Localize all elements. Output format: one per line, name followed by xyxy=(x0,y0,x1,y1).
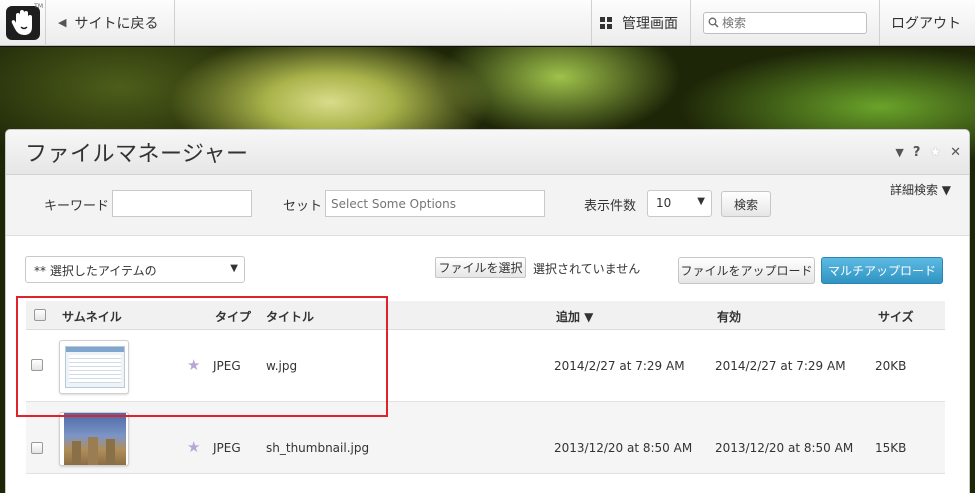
row-added: 2014/2/27 at 7:29 AM xyxy=(554,359,685,373)
row-checkbox[interactable] xyxy=(31,442,43,454)
table-row[interactable]: ★ JPEG w.jpg 2014/2/27 at 7:29 AM 2014/2… xyxy=(26,330,945,402)
row-checkbox[interactable] xyxy=(31,359,43,371)
row-title: w.jpg xyxy=(266,359,298,373)
logout-link[interactable]: ログアウト xyxy=(880,0,975,45)
bulk-action-value: ** 選択したアイテムの xyxy=(34,264,157,278)
favorite-star-icon[interactable]: ★ xyxy=(187,356,200,374)
thumbnail-image[interactable] xyxy=(59,412,129,466)
choose-file-button[interactable]: ファイルを選択 xyxy=(435,257,526,278)
concrete5-logo[interactable]: TM xyxy=(0,0,46,46)
caret-down-icon: ▼ xyxy=(697,196,705,207)
column-thumbnail: サムネイル xyxy=(62,310,122,324)
row-added: 2013/12/20 at 8:50 AM xyxy=(554,441,693,455)
hand-logo-icon xyxy=(5,6,40,40)
search-icon xyxy=(708,17,719,28)
thumbnail-image[interactable] xyxy=(59,340,129,394)
select-all-checkbox[interactable] xyxy=(34,309,46,321)
row-active: 2013/12/20 at 8:50 AM xyxy=(715,441,854,455)
advanced-search-link[interactable]: 詳細検索 ▼ xyxy=(890,181,951,198)
close-icon[interactable]: ✕ xyxy=(950,145,961,160)
dashboard-label: 管理画面 xyxy=(622,15,678,32)
column-added[interactable]: 追加 ▼ xyxy=(556,308,593,325)
column-title[interactable]: タイトル xyxy=(266,308,314,325)
search-container xyxy=(691,0,880,45)
help-menu-icon[interactable]: ▼ xyxy=(895,146,903,159)
search-button[interactable]: 検索 xyxy=(721,191,771,217)
help-icon[interactable]: ? xyxy=(913,145,921,160)
file-table: サムネイル タイプ タイトル 追加 ▼ 有効 サイズ ★ JPEG w.jpg … xyxy=(26,301,945,474)
column-active[interactable]: 有効 xyxy=(717,308,741,325)
row-size: 20KB xyxy=(875,359,907,373)
row-type: JPEG xyxy=(213,441,241,455)
caret-down-icon: ▼ xyxy=(230,263,238,274)
top-toolbar: TM ◀ サイトに戻る 管理画面 ログアウト xyxy=(0,0,975,46)
search-field[interactable] xyxy=(703,11,867,34)
table-header: サムネイル タイプ タイトル 追加 ▼ 有効 サイズ xyxy=(26,301,945,330)
star-icon[interactable]: ★ xyxy=(929,145,941,160)
dialog-title: ファイルマネージャー xyxy=(25,142,249,167)
count-select[interactable]: 10 ▼ xyxy=(647,190,712,217)
search-input[interactable] xyxy=(722,15,862,30)
set-label: セット xyxy=(283,199,323,214)
row-size: 15KB xyxy=(875,441,907,455)
logout-label: ログアウト xyxy=(891,15,961,32)
dialog-header: ファイルマネージャー xyxy=(6,130,969,175)
back-to-site-link[interactable]: ◀ サイトに戻る xyxy=(46,0,175,45)
table-row[interactable]: ★ JPEG sh_thumbnail.jpg 2013/12/20 at 8:… xyxy=(26,402,945,474)
count-value: 10 xyxy=(656,196,672,210)
dashboard-link[interactable]: 管理画面 xyxy=(591,0,691,45)
column-type[interactable]: タイプ xyxy=(215,308,251,325)
row-type: JPEG xyxy=(213,359,241,373)
no-file-selected-text: 選択されていません xyxy=(533,262,641,276)
file-manager-dialog: ファイルマネージャー ▼ ? ★ ✕ キーワード セット 表示件数 10 ▼ 検… xyxy=(5,129,970,493)
dialog-controls: ▼ ? ★ ✕ xyxy=(895,145,961,160)
favorite-star-icon[interactable]: ★ xyxy=(187,438,200,456)
row-active: 2014/2/27 at 7:29 AM xyxy=(715,359,846,373)
set-select[interactable] xyxy=(325,190,545,217)
bulk-action-select[interactable]: ** 選択したアイテムの ▼ xyxy=(25,256,245,283)
search-filter-bar: キーワード セット 表示件数 10 ▼ 検索 詳細検索 ▼ xyxy=(6,175,969,236)
trademark-label: TM xyxy=(34,3,43,10)
back-to-site-label: サイトに戻る xyxy=(74,15,159,32)
keyword-input[interactable] xyxy=(112,190,252,217)
arrow-left-icon: ◀ xyxy=(58,16,67,29)
keyword-label: キーワード xyxy=(44,199,110,214)
row-title: sh_thumbnail.jpg xyxy=(266,441,370,455)
grid-icon xyxy=(600,16,612,29)
column-size[interactable]: サイズ xyxy=(878,308,914,325)
count-label: 表示件数 xyxy=(584,199,637,214)
multi-upload-button[interactable]: マルチアップロード xyxy=(821,257,943,284)
upload-file-button[interactable]: ファイルをアップロード xyxy=(678,257,815,284)
